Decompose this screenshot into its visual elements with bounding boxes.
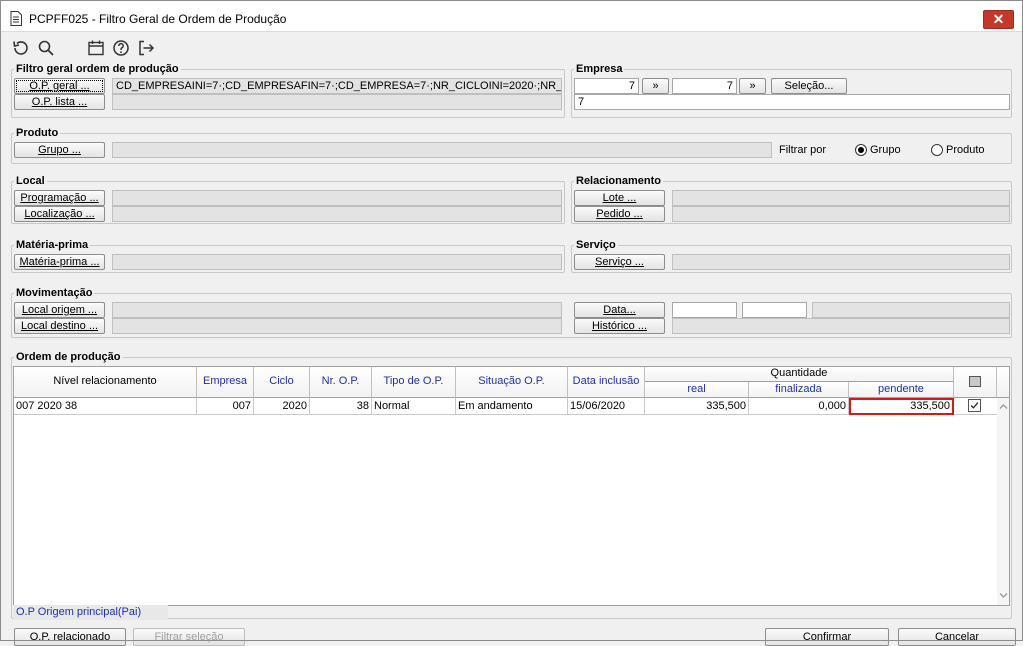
window-title: PCPFF025 - Filtro Geral de Ordem de Prod… — [29, 12, 287, 26]
empresa-from-input[interactable]: 7 — [574, 78, 639, 94]
col-header-empresa[interactable]: Empresa — [197, 367, 254, 398]
empresa-to-input[interactable]: 7 — [672, 78, 737, 94]
op-origem-caption: O.P Origem principal(Pai) — [13, 605, 168, 620]
materia-prima-field[interactable] — [112, 254, 562, 270]
col-header-real[interactable]: real — [645, 382, 749, 398]
cell-real[interactable]: 335,500 — [645, 398, 749, 415]
cell-nr-op[interactable]: 38 — [310, 398, 372, 415]
servico-field[interactable] — [672, 254, 1010, 270]
local-origem-button[interactable]: Local origem ... — [14, 302, 105, 318]
scroll-up-icon[interactable] — [999, 403, 1008, 410]
materia-prima-button[interactable]: Matéria-prima ... — [14, 254, 105, 270]
pedido-field[interactable] — [672, 206, 1010, 222]
op-relacionado-button[interactable]: O.P. relacionado — [14, 628, 126, 646]
cell-nivel[interactable]: 007 2020 38 — [14, 398, 197, 415]
empresa-list-field[interactable]: 7 — [574, 94, 1010, 110]
produto-title: Produto — [14, 127, 61, 139]
cell-select[interactable] — [954, 398, 997, 415]
materia-prima-title: Matéria-prima — [14, 239, 91, 251]
local-destino-button[interactable]: Local destino ... — [14, 318, 105, 334]
empresa-from-lookup-button[interactable]: » — [642, 78, 669, 94]
radio-produto[interactable] — [931, 144, 943, 156]
document-icon — [10, 11, 22, 26]
ordem-producao-title: Ordem de produção — [14, 351, 123, 363]
data-button[interactable]: Data... — [574, 302, 665, 318]
col-header-select-all[interactable] — [954, 367, 997, 398]
help-icon[interactable] — [112, 39, 130, 57]
select-all-checkbox[interactable] — [969, 376, 981, 387]
localizacao-field[interactable] — [112, 206, 562, 222]
cell-pendente[interactable]: 335,500 — [849, 398, 954, 415]
local-title: Local — [14, 175, 47, 187]
cell-finalizada[interactable]: 0,000 — [749, 398, 849, 415]
ordem-producao-grid[interactable]: Nível relacionamento Empresa Ciclo Nr. O… — [13, 366, 1010, 606]
col-header-ciclo[interactable]: Ciclo — [254, 367, 310, 398]
empresa-title: Empresa — [574, 63, 625, 75]
relacionamento-title: Relacionamento — [574, 175, 663, 187]
empresa-to-lookup-button[interactable]: » — [739, 78, 766, 94]
scroll-corner — [997, 367, 1009, 398]
op-geral-button[interactable]: O.P. geral ... — [14, 78, 105, 94]
pedido-button[interactable]: Pedido ... — [574, 206, 665, 222]
servico-button[interactable]: Serviço ... — [574, 254, 665, 270]
empresa-selecao-button[interactable]: Seleção... — [771, 78, 847, 94]
programacao-field[interactable] — [112, 190, 562, 206]
movimentacao-title: Movimentação — [14, 287, 95, 299]
grid-vertical-scrollbar[interactable] — [997, 398, 1009, 605]
close-icon[interactable]: ✕ — [993, 11, 1005, 27]
row-checkbox[interactable] — [968, 399, 981, 412]
filtrar-por-label: Filtrar por — [779, 144, 827, 156]
col-header-quantidade: Quantidade — [645, 367, 954, 382]
cell-situacao[interactable]: Em andamento — [456, 398, 568, 415]
radio-grupo[interactable] — [855, 144, 867, 156]
confirmar-button[interactable]: Confirmar — [765, 628, 889, 646]
data-from-input[interactable] — [672, 302, 737, 318]
col-header-tipo-op[interactable]: Tipo de O.P. — [372, 367, 456, 398]
op-lista-button[interactable]: O.P. lista ... — [14, 94, 105, 110]
undo-icon[interactable] — [11, 39, 29, 57]
title-bar: PCPFF025 - Filtro Geral de Ordem de Prod… — [1, 1, 1022, 32]
col-header-pendente[interactable]: pendente — [849, 382, 954, 398]
filtro-geral-title: Filtro geral ordem de produção — [14, 63, 181, 75]
grupo-button[interactable]: Grupo ... — [14, 142, 105, 158]
cell-empresa[interactable]: 007 — [197, 398, 254, 415]
cell-tipo-op[interactable]: Normal — [372, 398, 456, 415]
programacao-button[interactable]: Programação ... — [14, 190, 105, 206]
filter-expression-field[interactable]: CD_EMPRESAINI=7·;CD_EMPRESAFIN=7·;CD_EMP… — [112, 78, 562, 94]
cell-data-inclusao[interactable]: 15/06/2020 — [568, 398, 645, 415]
close-button[interactable]: ✕ — [983, 10, 1014, 29]
calendar-icon[interactable] — [87, 39, 105, 57]
cancelar-button[interactable]: Cancelar — [898, 628, 1016, 646]
col-header-nivel[interactable]: Nível relacionamento — [14, 367, 197, 398]
col-header-situacao[interactable]: Situação O.P. — [456, 367, 568, 398]
op-lista-field[interactable] — [112, 94, 562, 110]
grupo-field[interactable] — [112, 142, 772, 158]
scroll-down-icon[interactable] — [999, 592, 1008, 599]
lote-button[interactable]: Lote ... — [574, 190, 665, 206]
data-description-field[interactable] — [812, 302, 1010, 318]
localizacao-button[interactable]: Localização ... — [14, 206, 105, 222]
col-header-finalizada[interactable]: finalizada — [749, 382, 849, 398]
cell-ciclo[interactable]: 2020 — [254, 398, 310, 415]
servico-title: Serviço — [574, 239, 618, 251]
lote-field[interactable] — [672, 190, 1010, 206]
historico-field[interactable] — [672, 318, 1010, 334]
search-icon[interactable] — [37, 39, 55, 57]
filtrar-selecao-button[interactable]: Filtrar seleção — [133, 628, 245, 646]
local-origem-field[interactable] — [112, 302, 562, 318]
radio-grupo-label[interactable]: Grupo — [870, 144, 901, 156]
col-header-data-inclusao[interactable]: Data inclusão — [568, 367, 645, 398]
data-to-input[interactable] — [742, 302, 807, 318]
historico-button[interactable]: Histórico ... — [574, 318, 665, 334]
radio-produto-label[interactable]: Produto — [946, 144, 985, 156]
col-header-nr-op[interactable]: Nr. O.P. — [310, 367, 372, 398]
exit-icon[interactable] — [137, 39, 155, 57]
local-destino-field[interactable] — [112, 318, 562, 334]
